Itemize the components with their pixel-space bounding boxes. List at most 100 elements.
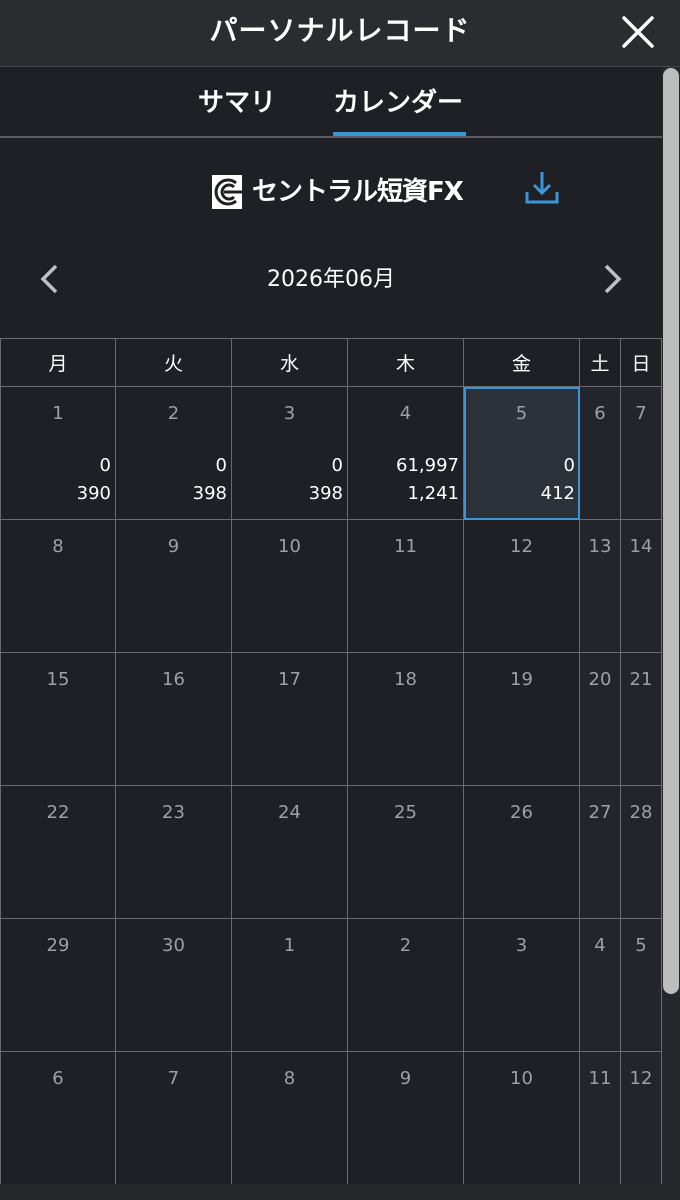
calendar-day-cell[interactable]: 20: [580, 653, 621, 786]
day-number: 11: [588, 1068, 612, 1089]
calendar-day-cell[interactable]: 5: [621, 919, 662, 1052]
day-number: 24: [278, 802, 301, 823]
next-month-button[interactable]: [598, 262, 628, 296]
central-tanshi-logo: [212, 175, 242, 209]
day-value-primary: 0: [99, 455, 111, 476]
day-value-secondary: 398: [192, 483, 227, 504]
calendar-day-cell[interactable]: 7: [621, 387, 662, 520]
weekday-header: 土: [580, 338, 621, 387]
day-number: 8: [52, 536, 64, 557]
calendar-day-cell[interactable]: 12: [621, 1052, 662, 1185]
day-value-primary: 0: [563, 455, 575, 476]
weekday-header: 日: [621, 338, 662, 387]
day-value-primary: 0: [331, 455, 343, 476]
day-value-primary: 61,997: [396, 455, 459, 476]
calendar-day-cell[interactable]: 15: [0, 653, 116, 786]
day-number: 27: [588, 802, 612, 823]
day-number: 11: [394, 536, 417, 557]
weekday-header: 月: [0, 338, 116, 387]
calendar-day-cell[interactable]: 5 0 412: [464, 387, 580, 520]
day-number: 15: [46, 669, 70, 690]
tab-calendar[interactable]: カレンダー: [333, 67, 463, 136]
calendar-day-cell[interactable]: 8: [232, 1052, 348, 1185]
weekday-header: 金: [464, 338, 580, 387]
calendar-day-cell[interactable]: 22: [0, 786, 116, 919]
day-number: 29: [46, 935, 70, 956]
day-number: 26: [510, 802, 533, 823]
day-number: 22: [46, 802, 70, 823]
day-number: 10: [278, 536, 301, 557]
calendar-day-cell[interactable]: 12: [464, 520, 580, 653]
scrollbar-thumb[interactable]: [663, 68, 679, 994]
day-number: 9: [399, 1068, 412, 1089]
calendar-day-cell[interactable]: 26: [464, 786, 580, 919]
active-tab-indicator: [333, 132, 466, 136]
day-value-secondary: 1,241: [407, 483, 459, 504]
day-value-secondary: 390: [76, 483, 111, 504]
calendar-day-cell[interactable]: 29: [0, 919, 116, 1052]
calendar-day-cell[interactable]: 6: [0, 1052, 116, 1185]
calendar-day-cell[interactable]: 7: [116, 1052, 232, 1185]
calendar-day-cell[interactable]: 28: [621, 786, 662, 919]
calendar-day-cell[interactable]: 9: [116, 520, 232, 653]
day-number: 6: [52, 1068, 64, 1089]
weekday-header: 木: [348, 338, 464, 387]
calendar-day-cell[interactable]: 18: [348, 653, 464, 786]
calendar-day-cell[interactable]: 25: [348, 786, 464, 919]
calendar-day-cell[interactable]: 9: [348, 1052, 464, 1185]
calendar-day-cell[interactable]: 24: [232, 786, 348, 919]
calendar-day-cell[interactable]: 11: [348, 520, 464, 653]
day-number: 5: [515, 403, 528, 424]
day-number: 18: [394, 669, 417, 690]
calendar-day-cell[interactable]: 13: [580, 520, 621, 653]
calendar-day-cell[interactable]: 23: [116, 786, 232, 919]
download-icon: [525, 172, 559, 204]
day-number: 17: [278, 669, 301, 690]
day-number: 2: [399, 935, 412, 956]
calendar-day-cell[interactable]: 16: [116, 653, 232, 786]
tab-bar: サマリ カレンダー: [0, 67, 662, 138]
day-number: 7: [635, 403, 647, 424]
calendar-day-cell[interactable]: 3 0 398: [232, 387, 348, 520]
calendar-day-cell[interactable]: 30: [116, 919, 232, 1052]
close-icon: [622, 16, 654, 48]
calendar-day-cell[interactable]: 10: [232, 520, 348, 653]
download-button[interactable]: [522, 168, 562, 208]
day-number: 12: [510, 536, 533, 557]
day-number: 20: [588, 669, 612, 690]
day-number: 21: [629, 669, 653, 690]
day-number: 14: [629, 536, 653, 557]
calendar-day-cell[interactable]: 19: [464, 653, 580, 786]
calendar-day-cell[interactable]: 10: [464, 1052, 580, 1185]
calendar-day-cell[interactable]: 2: [348, 919, 464, 1052]
calendar-day-cell[interactable]: 6: [580, 387, 621, 520]
day-number: 30: [162, 935, 185, 956]
calendar-day-cell[interactable]: 4: [580, 919, 621, 1052]
brand-name: セントラル短資FX: [252, 177, 464, 207]
calendar-day-cell[interactable]: 1: [232, 919, 348, 1052]
day-number: 23: [162, 802, 185, 823]
day-number: 13: [588, 536, 612, 557]
bottom-strip: [0, 1184, 662, 1200]
chevron-right-icon: [604, 264, 622, 294]
calendar-day-cell[interactable]: 3: [464, 919, 580, 1052]
day-number: 12: [629, 1068, 653, 1089]
calendar-day-cell[interactable]: 11: [580, 1052, 621, 1185]
current-month-label: 2026年06月: [267, 267, 395, 292]
calendar-day-cell[interactable]: 27: [580, 786, 621, 919]
calendar-day-cell[interactable]: 2 0 398: [116, 387, 232, 520]
close-button[interactable]: [618, 12, 658, 52]
day-number: 16: [162, 669, 185, 690]
calendar-day-cell[interactable]: 21: [621, 653, 662, 786]
day-number: 25: [394, 802, 417, 823]
calendar-day-cell[interactable]: 1 0 390: [0, 387, 116, 520]
header-bar: パーソナルレコード: [0, 0, 680, 67]
calendar-day-cell[interactable]: 4 61,997 1,241: [348, 387, 464, 520]
calendar-day-cell[interactable]: 8: [0, 520, 116, 653]
calendar-day-cell[interactable]: 14: [621, 520, 662, 653]
page-title: パーソナルレコード: [209, 14, 471, 47]
day-number: 4: [399, 403, 412, 424]
calendar-day-cell[interactable]: 17: [232, 653, 348, 786]
tab-summary[interactable]: サマリ: [198, 67, 276, 136]
day-number: 10: [510, 1068, 533, 1089]
